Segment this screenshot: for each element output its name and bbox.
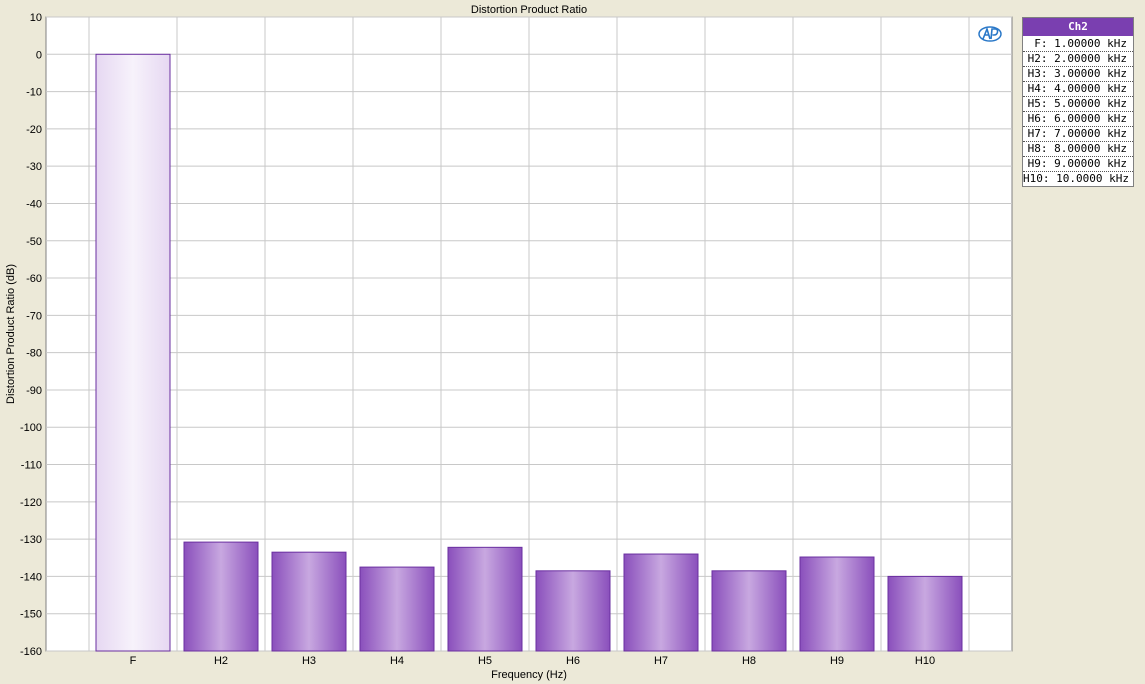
bar-h7 [623, 553, 699, 652]
y-tick-label: -130 [20, 534, 42, 546]
chart-title: Distortion Product Ratio [471, 4, 587, 16]
y-tick-label: -160 [20, 646, 42, 658]
bar-h3 [271, 551, 347, 652]
y-tick-label: -120 [20, 497, 42, 509]
y-tick-label: -20 [26, 124, 42, 136]
y-tick-label: -70 [26, 310, 42, 322]
legend-entry: H7: 7.00000 kHz [1023, 127, 1133, 142]
y-tick-label: -140 [20, 571, 42, 583]
legend-entry: H8: 8.00000 kHz [1023, 142, 1133, 157]
bar-h8 [711, 570, 787, 652]
legend-entry: H4: 4.00000 kHz [1023, 82, 1133, 97]
y-tick-labels: 10 0 -10 -20 -30 -40 -50 -60 -70 -80 -90 -100 -110 -1… [20, 12, 42, 658]
y-tick-label: 0 [36, 49, 42, 61]
x-tick-label: H8 [742, 655, 756, 667]
legend-entry: H3: 3.00000 kHz [1023, 67, 1133, 82]
x-tick-labels: F H2 H3 H4 H5 H6 H7 H8 H9 H10 [130, 655, 935, 667]
legend-entry: H2: 2.00000 kHz [1023, 52, 1133, 67]
y-tick-label: -50 [26, 236, 42, 248]
y-tick-label: -100 [20, 422, 42, 434]
legend-entry: H10: 10.0000 kHz [1023, 172, 1129, 185]
y-tick-label: -90 [26, 385, 42, 397]
bar-h10 [887, 575, 963, 652]
y-tick-label: -40 [26, 198, 42, 210]
bar-h2 [183, 541, 259, 652]
x-tick-label: F [130, 655, 137, 667]
bar-h6 [535, 570, 611, 652]
y-tick-label: -30 [26, 161, 42, 173]
bar-h4 [359, 566, 435, 652]
legend-entry: H9: 9.00000 kHz [1023, 157, 1133, 172]
y-tick-label: 10 [30, 12, 42, 24]
x-tick-label: H7 [654, 655, 668, 667]
bar-h5 [447, 546, 523, 652]
y-axis-label: Distortion Product Ratio (dB) [5, 264, 17, 404]
x-tick-label: H10 [915, 655, 935, 667]
legend-entry: H6: 6.00000 kHz [1023, 112, 1133, 127]
y-tick-label: -80 [26, 348, 42, 360]
x-tick-label: H9 [830, 655, 844, 667]
chart: Distortion Product Ratio 10 0 -10 -20 -30 -40… [5, 4, 1013, 681]
bar-f [95, 53, 171, 652]
x-tick-label: H3 [302, 655, 316, 667]
x-tick-label: H6 [566, 655, 580, 667]
x-tick-label: H5 [478, 655, 492, 667]
x-tick-label: H2 [214, 655, 228, 667]
legend: Ch2 F: 1.00000 kHz H2: 2.00000 kHz H3: 3.0… [1022, 17, 1134, 187]
y-tick-label: -110 [21, 460, 42, 472]
legend-entry: F: 1.00000 kHz [1023, 37, 1133, 52]
y-tick-label: -60 [26, 273, 42, 285]
x-tick-label: H4 [390, 655, 404, 667]
y-tick-label: -150 [20, 609, 42, 621]
y-tick-label: -10 [26, 87, 42, 99]
legend-entry: H5: 5.00000 kHz [1023, 97, 1133, 112]
ap-logo-icon [978, 26, 1002, 42]
x-axis-label: Frequency (Hz) [491, 669, 567, 681]
legend-header: Ch2 [1023, 18, 1133, 37]
bar-h9 [799, 556, 875, 652]
